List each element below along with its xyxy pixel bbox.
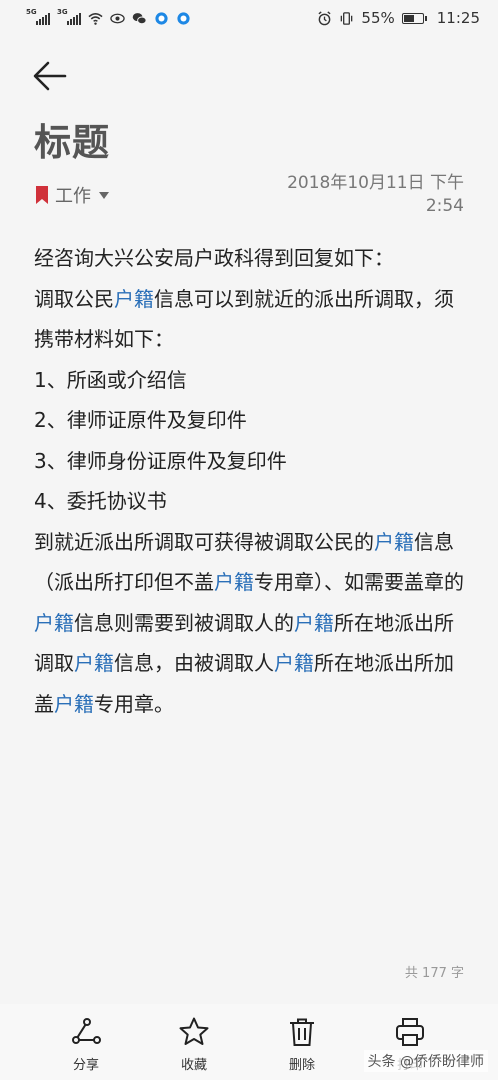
highlighted-term[interactable]: 户籍 — [34, 611, 74, 635]
sim2-type-label: 3G — [57, 8, 68, 16]
delete-button[interactable]: 删除 — [248, 1004, 356, 1080]
status-bar: 5G 3G 55% 11:25 — [0, 0, 498, 36]
app-icon-2 — [177, 11, 190, 25]
body-paragraph: 1、所函或介绍信 — [34, 360, 470, 401]
printer-icon — [396, 1018, 424, 1046]
note-body[interactable]: 经咨询大兴公安局户政科得到回复如下： 调取公民户籍信息可以到就近的派出所调取，须携… — [34, 238, 470, 724]
body-text: 4、委托协议书 — [34, 489, 167, 513]
body-text: 经咨询大兴公安局户政科得到回复如下： — [34, 246, 394, 270]
body-text: 信息，由被调取人 — [114, 651, 274, 675]
category-label: 工作 — [55, 186, 91, 207]
share-icon — [72, 1018, 101, 1044]
battery-percent: 55% — [361, 9, 395, 27]
star-icon — [179, 1017, 209, 1045]
battery-level — [403, 14, 414, 22]
vibrate-icon — [341, 11, 353, 25]
wifi-icon — [88, 12, 103, 25]
trash-icon — [290, 1018, 314, 1046]
app-icon — [155, 11, 168, 25]
highlighted-term[interactable]: 户籍 — [274, 651, 314, 675]
alarm-icon — [318, 10, 331, 25]
category-selector[interactable]: 工作 — [34, 182, 109, 208]
body-paragraph: 4、委托协议书 — [34, 481, 470, 522]
sim1-signal-icon: 5G — [26, 8, 50, 25]
note-date: 2018年10月11日 下午 2:54 — [244, 172, 464, 218]
status-bar-left: 5G 3G — [26, 8, 191, 26]
body-text: 信息则需要到被调取人的 — [74, 610, 294, 635]
delete-label: 删除 — [288, 1058, 315, 1073]
body-text: 专用章）、如需要盖章的 — [254, 570, 464, 594]
highlighted-term[interactable]: 户籍 — [74, 651, 114, 675]
sim2-signal-icon: 3G — [57, 8, 81, 25]
highlighted-term[interactable]: 户籍 — [114, 287, 154, 311]
date-line-2: 2:54 — [425, 196, 464, 216]
highlighted-term[interactable]: 户籍 — [374, 530, 414, 554]
word-count: 共 177 字 — [404, 966, 464, 981]
note-title[interactable]: 标题 — [34, 112, 110, 166]
bookmark-icon — [36, 186, 48, 204]
body-text: 3、律师身份证原件及复印件 — [34, 448, 287, 473]
body-paragraph: 2、律师证原件及复印件 — [34, 400, 470, 441]
favorite-label: 收藏 — [180, 1058, 207, 1073]
share-button[interactable]: 分享 — [32, 1004, 140, 1080]
wechat-icon — [132, 12, 147, 24]
highlighted-term[interactable]: 户籍 — [54, 692, 94, 716]
body-paragraph: 调取公民户籍信息可以到就近的派出所调取，须携带材料如下： — [34, 279, 470, 360]
battery-icon — [401, 12, 427, 24]
body-text: 到就近派出所调取可获得被调取公民的 — [34, 529, 374, 554]
status-bar-right: 55% 11:25 — [317, 9, 480, 27]
body-paragraph: 3、律师身份证原件及复印件 — [34, 441, 470, 482]
sim1-type-label: 5G — [26, 8, 37, 16]
body-text: 2、律师证原件及复印件 — [34, 408, 247, 432]
highlighted-term[interactable]: 户籍 — [294, 611, 334, 635]
highlighted-term[interactable]: 户籍 — [214, 570, 254, 594]
body-paragraph: 到就近派出所调取可获得被调取公民的户籍信息（派出所打印但不盖户籍专用章）、如需要… — [34, 522, 470, 725]
chevron-down-icon — [99, 191, 109, 199]
eye-icon — [110, 13, 125, 23]
share-label: 分享 — [72, 1058, 99, 1073]
favorite-button[interactable]: 收藏 — [140, 1004, 248, 1080]
back-arrow-icon[interactable] — [32, 58, 68, 94]
clock: 11:25 — [436, 9, 480, 27]
body-text: 1、所函或介绍信 — [34, 367, 187, 392]
watermark: 头条 @侨侨盼律师 — [363, 1050, 488, 1072]
body-text: 调取公民 — [34, 286, 114, 311]
body-text: 专用章。 — [94, 691, 174, 716]
body-paragraph: 经咨询大兴公安局户政科得到回复如下： — [34, 238, 470, 279]
date-line-1: 2018年10月11日 下午 — [287, 173, 464, 193]
